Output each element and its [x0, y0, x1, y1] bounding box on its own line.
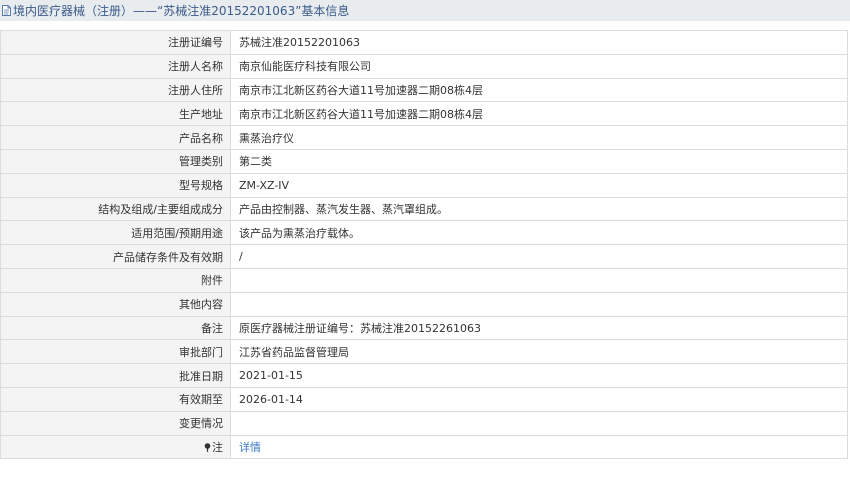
- note-label-cell: 注: [0, 434, 231, 460]
- info-table: 注册证编号 苏械注准20152201063 注册人名称 南京仙能医疗科技有限公司…: [0, 30, 848, 460]
- table-row: 变更情况: [0, 410, 848, 436]
- field-value: 该产品为熏蒸治疗载体。: [230, 220, 848, 246]
- table-row: 有效期至 2026-01-14: [0, 386, 848, 412]
- field-value: 熏蒸治疗仪: [230, 125, 848, 150]
- field-value: 2021-01-15: [230, 363, 848, 388]
- field-label: 审批部门: [0, 339, 231, 365]
- field-value: 江苏省药品监督管理局: [230, 339, 848, 365]
- table-row: 备注 原医疗器械注册证编号：苏械注准20152261063: [0, 315, 848, 341]
- table-row: 注册人名称 南京仙能医疗科技有限公司: [0, 53, 848, 79]
- field-value: 南京仙能医疗科技有限公司: [230, 53, 848, 79]
- field-label: 注册人住所: [0, 77, 231, 103]
- field-value: ZM-XZ-IV: [230, 172, 848, 198]
- table-row: 批准日期 2021-01-15: [0, 363, 848, 388]
- field-value: [230, 291, 848, 317]
- field-label: 附件: [0, 267, 231, 293]
- field-value: 第二类: [230, 148, 848, 174]
- table-row: 附件: [0, 267, 848, 293]
- table-row: 产品名称 熏蒸治疗仪: [0, 125, 848, 150]
- field-label: 其他内容: [0, 291, 231, 317]
- field-value: 原医疗器械注册证编号：苏械注准20152261063: [230, 315, 848, 341]
- field-label: 有效期至: [0, 386, 231, 412]
- table-row: 注册人住所 南京市江北新区药谷大道11号加速器二期08栋4层: [0, 77, 848, 103]
- note-label: 注: [212, 440, 223, 454]
- field-value: 2026-01-14: [230, 386, 848, 412]
- field-label: 结构及组成/主要组成成分: [0, 196, 231, 222]
- page-title-bar: 境内医疗器械（注册）——“苏械注准20152201063”基本信息: [0, 0, 850, 21]
- field-value: [230, 410, 848, 436]
- table-row: 管理类别 第二类: [0, 148, 848, 174]
- document-icon: [2, 5, 11, 16]
- page-title: 境内医疗器械（注册）——“苏械注准20152201063”基本信息: [13, 4, 350, 18]
- field-label: 生产地址: [0, 101, 231, 127]
- field-label: 适用范围/预期用途: [0, 220, 231, 246]
- table-row: 型号规格 ZM-XZ-IV: [0, 172, 848, 198]
- table-row: 审批部门 江苏省药品监督管理局: [0, 339, 848, 365]
- field-value: 南京市江北新区药谷大道11号加速器二期08栋4层: [230, 101, 848, 127]
- field-label: 产品名称: [0, 125, 231, 150]
- field-label: 批准日期: [0, 363, 231, 388]
- field-label: 型号规格: [0, 172, 231, 198]
- field-label: 变更情况: [0, 410, 231, 436]
- details-link[interactable]: 详情: [239, 441, 261, 454]
- table-row: 其他内容: [0, 291, 848, 317]
- field-label: 注册人名称: [0, 53, 231, 79]
- field-label: 注册证编号: [0, 30, 231, 55]
- table-row: 产品储存条件及有效期 /: [0, 244, 848, 269]
- pin-icon: [204, 443, 211, 452]
- field-label: 管理类别: [0, 148, 231, 174]
- field-label: 产品储存条件及有效期: [0, 244, 231, 269]
- field-value: 南京市江北新区药谷大道11号加速器二期08栋4层: [230, 77, 848, 103]
- table-row: 生产地址 南京市江北新区药谷大道11号加速器二期08栋4层: [0, 101, 848, 127]
- table-row: 适用范围/预期用途 该产品为熏蒸治疗载体。: [0, 220, 848, 246]
- field-label: 备注: [0, 315, 231, 341]
- table-row: 注册证编号 苏械注准20152201063: [0, 30, 848, 55]
- table-row: 结构及组成/主要组成成分 产品由控制器、蒸汽发生器、蒸汽罩组成。: [0, 196, 848, 222]
- field-value: 产品由控制器、蒸汽发生器、蒸汽罩组成。: [230, 196, 848, 222]
- note-value-cell: 详情: [230, 434, 848, 460]
- note-row: 注 详情: [0, 434, 848, 460]
- field-value: [230, 267, 848, 293]
- field-value: /: [230, 244, 848, 269]
- field-value: 苏械注准20152201063: [230, 30, 848, 55]
